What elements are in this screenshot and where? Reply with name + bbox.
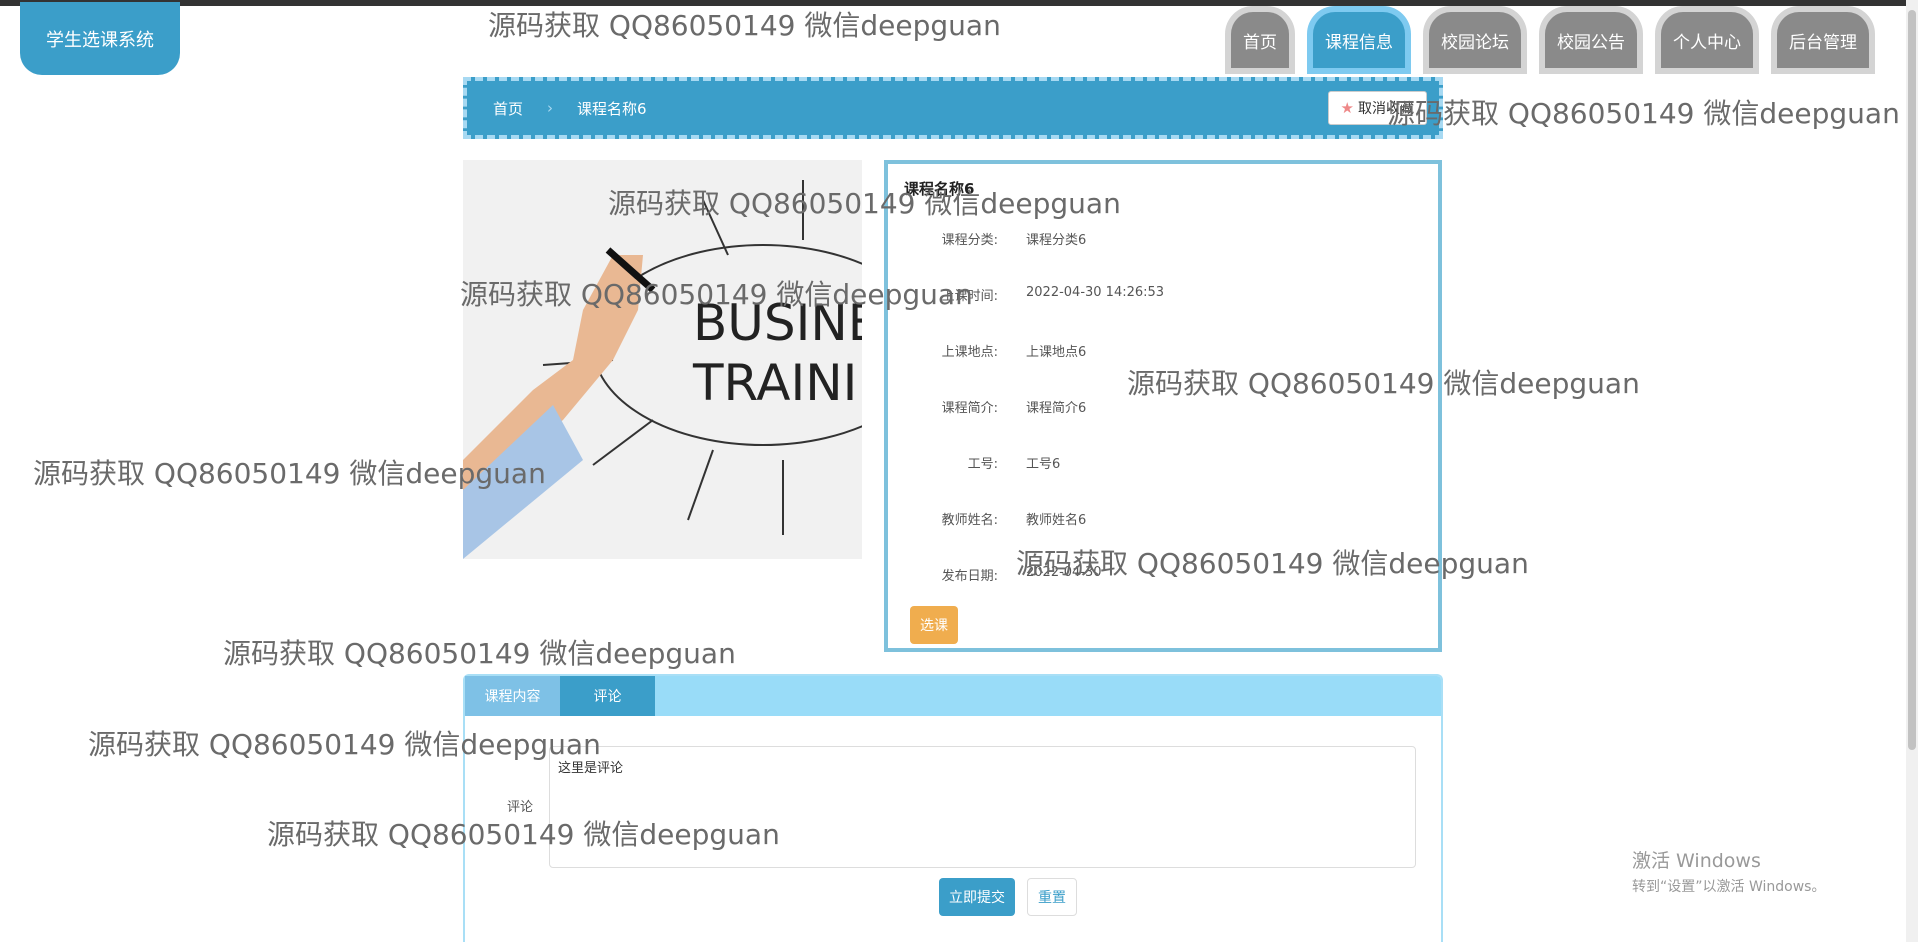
- field-label: 教师姓名:: [941, 513, 998, 528]
- windows-activation-title: 激活 Windows: [1632, 850, 1761, 872]
- field-teacher-name: 教师姓名: 教师姓名6: [888, 509, 1428, 529]
- field-label: 上课时间:: [941, 289, 998, 304]
- course-image: BUSINES TRAININ: [463, 160, 862, 559]
- field-value: 上课地点6: [1026, 345, 1087, 360]
- submit-button[interactable]: 立即提交: [939, 878, 1015, 916]
- nav-forum-label: 校园论坛: [1429, 12, 1521, 68]
- nav-home-label: 首页: [1231, 12, 1289, 68]
- watermark-text: 源码获取 QQ86050149 微信deepguan: [488, 9, 1001, 42]
- field-label: 上课地点:: [941, 345, 998, 360]
- business-training-illustration: BUSINES TRAININ: [463, 160, 862, 559]
- windows-activation-subtitle: 转到“设置”以激活 Windows。: [1632, 879, 1826, 895]
- course-title: 课程名称6: [904, 180, 975, 198]
- nav-announcement[interactable]: 校园公告: [1539, 6, 1643, 74]
- nav-announcement-label: 校园公告: [1545, 12, 1637, 68]
- nav-home[interactable]: 首页: [1225, 6, 1295, 74]
- field-intro: 课程简介: 课程简介6: [888, 397, 1428, 417]
- field-value: 2022-04-30 14:26:53: [1026, 285, 1165, 300]
- watermark-text: 源码获取 QQ86050149 微信deepguan: [1387, 97, 1900, 130]
- field-label: 工号:: [967, 457, 998, 472]
- select-course-button[interactable]: 选课: [910, 606, 958, 644]
- field-staff-id: 工号: 工号6: [888, 453, 1428, 473]
- tab-course-content[interactable]: 课程内容: [465, 676, 560, 716]
- course-info-panel: 课程名称6 课程分类: 课程分类6 上课时间: 2022-04-30 14:26…: [884, 160, 1442, 652]
- nav-course-info-label: 课程信息: [1313, 12, 1405, 68]
- image-text-line-1: BUSINES: [693, 294, 862, 352]
- unfavorite-button[interactable]: ★ 取消收藏: [1327, 91, 1427, 125]
- unfavorite-label: 取消收藏: [1358, 101, 1414, 117]
- main-nav: 首页 课程信息 校园论坛 校园公告 个人中心 后台管理: [1225, 6, 1887, 74]
- field-value: 教师姓名6: [1026, 513, 1087, 528]
- field-location: 上课地点: 上课地点6: [888, 341, 1428, 361]
- app-logo[interactable]: 学生选课系统: [20, 2, 180, 75]
- star-icon: ★: [1340, 99, 1354, 117]
- tab-comments[interactable]: 评论: [560, 676, 655, 716]
- comment-label: 评论: [507, 800, 534, 815]
- nav-admin[interactable]: 后台管理: [1771, 6, 1875, 74]
- field-value: 课程简介6: [1026, 401, 1087, 416]
- nav-forum[interactable]: 校园论坛: [1423, 6, 1527, 74]
- image-text-line-2: TRAININ: [692, 354, 862, 412]
- reset-button[interactable]: 重置: [1027, 878, 1077, 916]
- field-value: 课程分类6: [1026, 233, 1087, 248]
- nav-personal-center[interactable]: 个人中心: [1655, 6, 1759, 74]
- comment-textarea[interactable]: 这里是评论: [549, 746, 1416, 868]
- breadcrumb-home[interactable]: 首页: [493, 98, 523, 119]
- field-category: 课程分类: 课程分类6: [888, 229, 1428, 249]
- breadcrumb-separator: ›: [547, 99, 554, 117]
- field-label: 课程分类:: [941, 233, 998, 248]
- field-publish-date: 发布日期: 2022-04-30: [888, 565, 1428, 585]
- nav-personal-center-label: 个人中心: [1661, 12, 1753, 68]
- field-value: 2022-04-30: [1026, 565, 1102, 580]
- field-value: 工号6: [1026, 457, 1061, 472]
- field-label: 课程简介:: [941, 401, 998, 416]
- tabs-header: 课程内容 评论: [465, 676, 1441, 716]
- breadcrumb: 首页 › 课程名称6 ★ 取消收藏: [463, 77, 1443, 139]
- watermark-text: 源码获取 QQ86050149 微信deepguan: [223, 637, 736, 670]
- breadcrumb-current: 课程名称6: [577, 99, 647, 118]
- field-class-time: 上课时间: 2022-04-30 14:26:53: [888, 285, 1428, 305]
- detail-tabs: 课程内容 评论 评论 这里是评论 立即提交 重置: [463, 674, 1443, 942]
- page-scrollbar[interactable]: [1906, 0, 1918, 942]
- scrollbar-thumb[interactable]: [1908, 10, 1916, 750]
- windows-activation-notice: 激活 Windows 转到“设置”以激活 Windows。: [1632, 846, 1825, 896]
- nav-admin-label: 后台管理: [1777, 12, 1869, 68]
- nav-course-info[interactable]: 课程信息: [1307, 6, 1411, 74]
- field-label: 发布日期:: [941, 569, 998, 584]
